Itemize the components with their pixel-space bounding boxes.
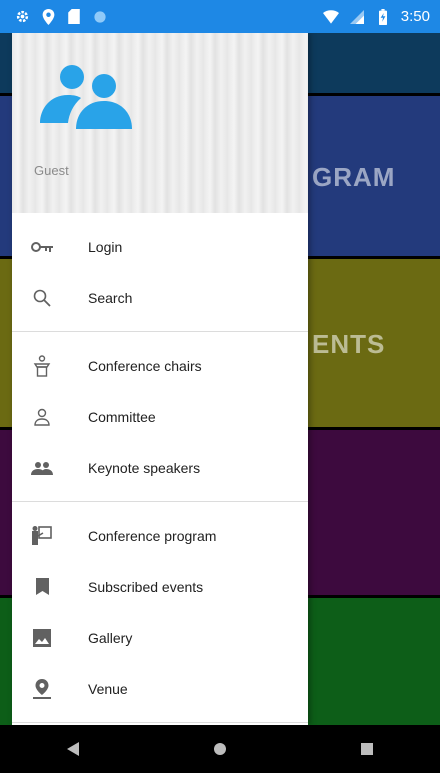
menu-item-committee[interactable]: Committee [12,391,308,442]
wifi-icon [322,9,339,25]
key-icon [30,235,54,259]
signal-icon [349,9,365,25]
menu-label-gallery: Gallery [88,629,133,646]
home-icon[interactable] [200,729,240,769]
menu-label-login: Login [88,238,123,255]
menu-label-venue: Venue [88,680,128,697]
status-time: 3:50 [400,8,430,25]
menu-item-venue[interactable]: Venue [12,663,308,714]
map-pin-icon [30,677,54,701]
recents-icon[interactable] [347,729,387,769]
menu-label-search: Search [88,289,133,306]
divider [12,501,308,502]
tile-program-label: GRAM [312,162,396,192]
menu-label-committee: Committee [88,408,156,425]
status-bar-right-icons: 3:50 [322,8,430,25]
tile-events-label: ENTS [312,329,386,359]
menu-item-search[interactable]: Search [12,272,308,323]
menu-item-gallery[interactable]: Gallery [12,612,308,663]
people-icon [38,63,134,129]
menu-item-login[interactable]: Login [12,221,308,272]
battery-icon [375,8,391,25]
divider [12,331,308,332]
status-bar-left-icons [14,8,108,25]
menu-item-subscribed-events[interactable]: Subscribed events [12,561,308,612]
circle-icon [92,9,108,25]
location-icon [40,8,56,25]
back-icon[interactable] [53,729,93,769]
navigation-drawer: Guest Login Search Conference chairs Com… [12,33,308,725]
bookmark-icon [30,575,54,599]
person-outline-icon [30,405,54,429]
menu-item-conference-program[interactable]: Conference program [12,510,308,561]
image-icon [30,626,54,650]
podium-icon [30,354,54,378]
menu-group-account: Login Search [12,221,308,323]
menu-label-conference-program: Conference program [88,527,217,544]
menu-group-program: Conference program Subscribed events Gal… [12,510,308,714]
drawer-header: Guest [12,33,308,213]
menu-item-conference-chairs[interactable]: Conference chairs [12,340,308,391]
search-icon [30,286,54,310]
gear-icon [14,9,30,25]
group-icon [30,456,54,480]
menu-group-people: Conference chairs Committee Keynote spea… [12,340,308,493]
system-nav-bar [0,725,440,773]
presentation-icon [30,524,54,548]
user-name: Guest [34,163,69,178]
menu-label-conference-chairs: Conference chairs [88,357,202,374]
menu-label-subscribed-events: Subscribed events [88,578,204,595]
menu-label-keynote-speakers: Keynote speakers [88,459,201,476]
sd-card-icon [66,9,82,25]
divider [12,722,308,723]
status-bar: 3:50 [0,0,440,33]
menu-item-keynote-speakers[interactable]: Keynote speakers [12,442,308,493]
